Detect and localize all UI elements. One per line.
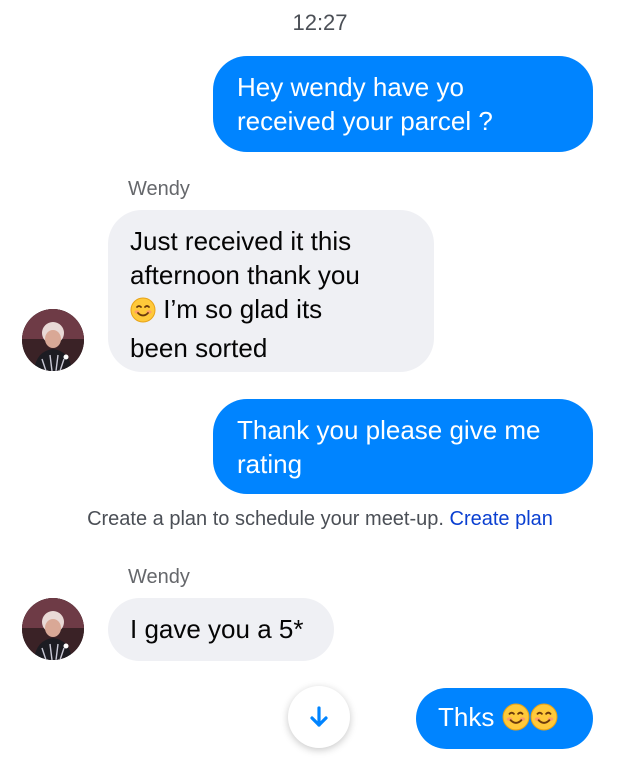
contact-avatar[interactable] xyxy=(22,309,84,371)
message-line-with-emoji: I’m so glad its xyxy=(130,292,412,331)
plan-notice: Create a plan to schedule your meet-up. … xyxy=(0,508,640,531)
message-text: Thks xyxy=(438,702,495,732)
smiling-face-emoji-icon xyxy=(130,297,156,331)
plan-notice-text: Create a plan to schedule your meet-up. xyxy=(87,508,444,530)
contact-avatar[interactable] xyxy=(22,598,84,660)
sender-name: Wendy xyxy=(128,178,190,200)
message-line: been sorted xyxy=(130,333,268,363)
create-plan-link[interactable]: Create plan xyxy=(450,508,553,530)
scroll-to-bottom-button[interactable] xyxy=(288,686,350,748)
message-line: Just received it this xyxy=(130,226,352,256)
smiling-face-emoji-icon xyxy=(502,703,530,739)
message-line: afternoon thank you xyxy=(130,260,360,290)
avatar-photo-icon xyxy=(22,309,84,371)
arrow-down-icon xyxy=(310,706,328,727)
timestamp: 12:27 xyxy=(292,10,348,35)
message-text: I’m so glad its xyxy=(163,294,323,324)
outgoing-message[interactable]: Thank you please give me rating xyxy=(213,399,593,494)
avatar-photo-icon xyxy=(22,598,84,660)
incoming-message[interactable]: Just received it this afternoon thank yo… xyxy=(108,210,434,372)
outgoing-message[interactable]: Hey wendy have yo received your parcel ? xyxy=(213,56,593,152)
smiling-face-emoji-icon xyxy=(530,703,558,739)
outgoing-message[interactable]: Thks xyxy=(416,688,593,749)
sender-name: Wendy xyxy=(128,566,190,588)
incoming-message[interactable]: I gave you a 5* xyxy=(108,598,334,661)
